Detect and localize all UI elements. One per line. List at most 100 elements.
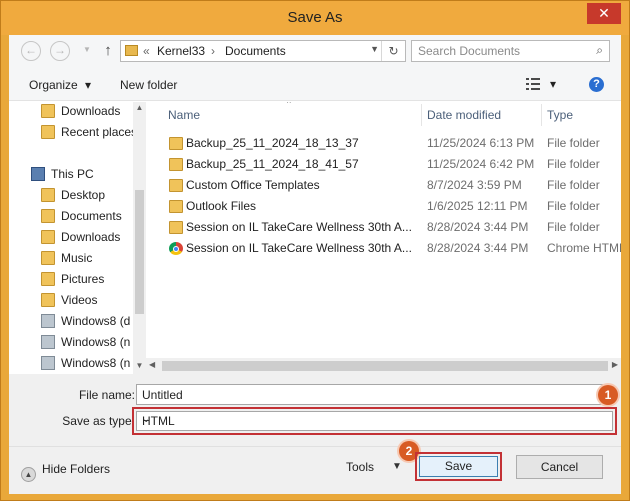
- column-divider[interactable]: [541, 104, 542, 126]
- file-name-value: Untitled: [142, 388, 183, 402]
- file-name: Backup_25_11_2024_18_13_37: [186, 136, 359, 150]
- nav-item-label: Music: [61, 251, 93, 265]
- save-button[interactable]: Save: [419, 456, 498, 477]
- sort-ascending-icon: ^: [287, 102, 291, 108]
- file-row[interactable]: Session on IL TakeCare Wellness 30th A..…: [146, 238, 621, 259]
- dialog-title: Save As: [287, 9, 343, 26]
- nav-item-label: Windows8 (n: [61, 335, 131, 349]
- organize-button[interactable]: Organize ▾: [29, 78, 91, 92]
- nav-scrollbar[interactable]: ▲ ▼: [133, 102, 146, 374]
- file-row[interactable]: Outlook Files 1/6/2025 12:11 PM File fol…: [146, 196, 621, 217]
- tools-button[interactable]: Tools: [346, 460, 374, 474]
- file-type: Chrome HTML: [547, 241, 621, 255]
- drive-icon: [41, 356, 55, 370]
- nav-item-label: Recent places: [61, 125, 138, 139]
- scroll-right-icon[interactable]: ▶: [612, 360, 618, 369]
- file-row[interactable]: Custom Office Templates 8/7/2024 3:59 PM…: [146, 175, 621, 196]
- file-type: File folder: [547, 220, 600, 234]
- hide-folders-button[interactable]: ▲ Hide Folders: [21, 462, 110, 482]
- dialog-client: ← → ▼ ↑ « Kernel33 › Documents ▼ ↻ Searc…: [9, 35, 621, 494]
- tools-dropdown-icon[interactable]: ▼: [392, 461, 402, 472]
- file-row[interactable]: Backup_25_11_2024_18_13_37 11/25/2024 6:…: [146, 133, 621, 154]
- nav-item-videos[interactable]: Videos: [41, 293, 97, 313]
- file-name: Session on IL TakeCare Wellness 30th A..…: [186, 220, 412, 234]
- chevron-down-icon[interactable]: ⌄: [142, 414, 609, 425]
- collapse-icon: ▲: [21, 467, 36, 482]
- nav-item-this-pc[interactable]: This PC: [31, 167, 94, 187]
- file-date: 8/7/2024 3:59 PM: [427, 178, 522, 192]
- folder-icon: [41, 230, 55, 244]
- scroll-down-icon[interactable]: ▼: [135, 361, 144, 370]
- scroll-left-icon[interactable]: ◀: [149, 360, 155, 369]
- nav-item-drive-2[interactable]: Windows8 (n: [41, 335, 130, 355]
- command-toolbar: Organize ▾ New folder ▾ ?: [9, 69, 621, 101]
- address-dropdown-icon[interactable]: ▼: [370, 44, 379, 54]
- chrome-icon: [169, 242, 183, 255]
- file-name: Backup_25_11_2024_18_41_57: [186, 157, 359, 171]
- title-bar[interactable]: Save As ✕: [1, 1, 629, 35]
- search-box[interactable]: Search Documents ⌕: [411, 40, 610, 62]
- folder-icon: [169, 179, 183, 192]
- breadcrumb-separator: ›: [211, 44, 215, 58]
- close-button[interactable]: ✕: [587, 3, 621, 24]
- file-list: ^ Name Date modified Type Backup_25_11_2…: [146, 102, 621, 374]
- nav-item-music[interactable]: Music: [41, 251, 92, 271]
- nav-item-drive-1[interactable]: Windows8 (d: [41, 314, 130, 334]
- cancel-button[interactable]: Cancel: [516, 455, 603, 479]
- help-icon[interactable]: ?: [589, 77, 604, 92]
- breadcrumb-documents[interactable]: Documents: [225, 44, 286, 58]
- nav-item-downloads-fav[interactable]: Downloads: [41, 104, 120, 124]
- column-header-name[interactable]: Name: [168, 102, 200, 128]
- hide-folders-label: Hide Folders: [42, 462, 111, 476]
- file-date: 8/28/2024 3:44 PM: [427, 220, 529, 234]
- nav-item-drive-3[interactable]: Windows8 (n: [41, 356, 130, 374]
- breadcrumb-overflow[interactable]: «: [143, 44, 150, 58]
- folder-icon: [41, 251, 55, 265]
- file-name-label: File name:: [78, 388, 135, 402]
- nav-item-label: Videos: [61, 293, 98, 307]
- back-button[interactable]: ←: [21, 41, 41, 61]
- breadcrumb-kernel33[interactable]: Kernel33: [157, 44, 205, 58]
- file-row[interactable]: Session on IL TakeCare Wellness 30th A..…: [146, 217, 621, 238]
- save-highlight: Save: [415, 452, 502, 481]
- column-header-date[interactable]: Date modified: [427, 102, 501, 128]
- nav-item-documents[interactable]: Documents: [41, 209, 122, 229]
- new-folder-button[interactable]: New folder: [120, 78, 177, 92]
- file-row[interactable]: Backup_25_11_2024_18_41_57 11/25/2024 6:…: [146, 154, 621, 175]
- save-type-highlight: HTML ⌄: [132, 407, 617, 435]
- file-name-field[interactable]: Untitled: [136, 384, 613, 405]
- address-bar[interactable]: « Kernel33 › Documents ▼ ↻: [120, 40, 406, 62]
- nav-item-label: Downloads: [61, 104, 121, 118]
- nav-item-recent-places[interactable]: Recent places: [41, 125, 137, 145]
- horizontal-scrollbar[interactable]: ◀ ▶: [146, 358, 621, 374]
- dialog-footer: ▲ Hide Folders Tools ▼ 2 Save Cancel: [9, 441, 621, 494]
- file-name: Session on IL TakeCare Wellness 30th A..…: [186, 241, 412, 255]
- nav-item-label: Pictures: [61, 272, 105, 286]
- folder-icon: [41, 209, 55, 223]
- folder-icon: [125, 45, 138, 56]
- nav-scroll-thumb[interactable]: [135, 190, 144, 314]
- nav-item-pictures[interactable]: Pictures: [41, 272, 104, 292]
- horizontal-scroll-thumb[interactable]: [162, 361, 608, 371]
- forward-button[interactable]: →: [50, 41, 70, 61]
- search-input[interactable]: Search Documents: [418, 44, 520, 58]
- save-type-select[interactable]: HTML ⌄: [136, 411, 613, 431]
- recent-locations-dropdown[interactable]: ▼: [77, 41, 97, 61]
- view-dropdown-icon[interactable]: ▾: [550, 77, 556, 91]
- nav-item-desktop[interactable]: Desktop: [41, 188, 105, 208]
- nav-item-label: This PC: [51, 167, 94, 181]
- file-type: File folder: [547, 136, 600, 150]
- file-type: File folder: [547, 199, 600, 213]
- folder-icon: [41, 293, 55, 307]
- nav-item-downloads[interactable]: Downloads: [41, 230, 120, 250]
- scroll-up-icon[interactable]: ▲: [135, 103, 144, 112]
- column-divider[interactable]: [421, 104, 422, 126]
- search-icon[interactable]: ⌕: [596, 43, 603, 58]
- nav-item-label: Windows8 (d: [61, 314, 131, 328]
- view-options-icon[interactable]: [525, 77, 541, 91]
- refresh-button[interactable]: ↻: [381, 41, 405, 61]
- column-header-type[interactable]: Type: [547, 102, 573, 128]
- up-button[interactable]: ↑: [100, 41, 116, 61]
- save-fields: File name: Untitled 1 Save as type: HTML…: [9, 374, 621, 446]
- drive-icon: [41, 335, 55, 349]
